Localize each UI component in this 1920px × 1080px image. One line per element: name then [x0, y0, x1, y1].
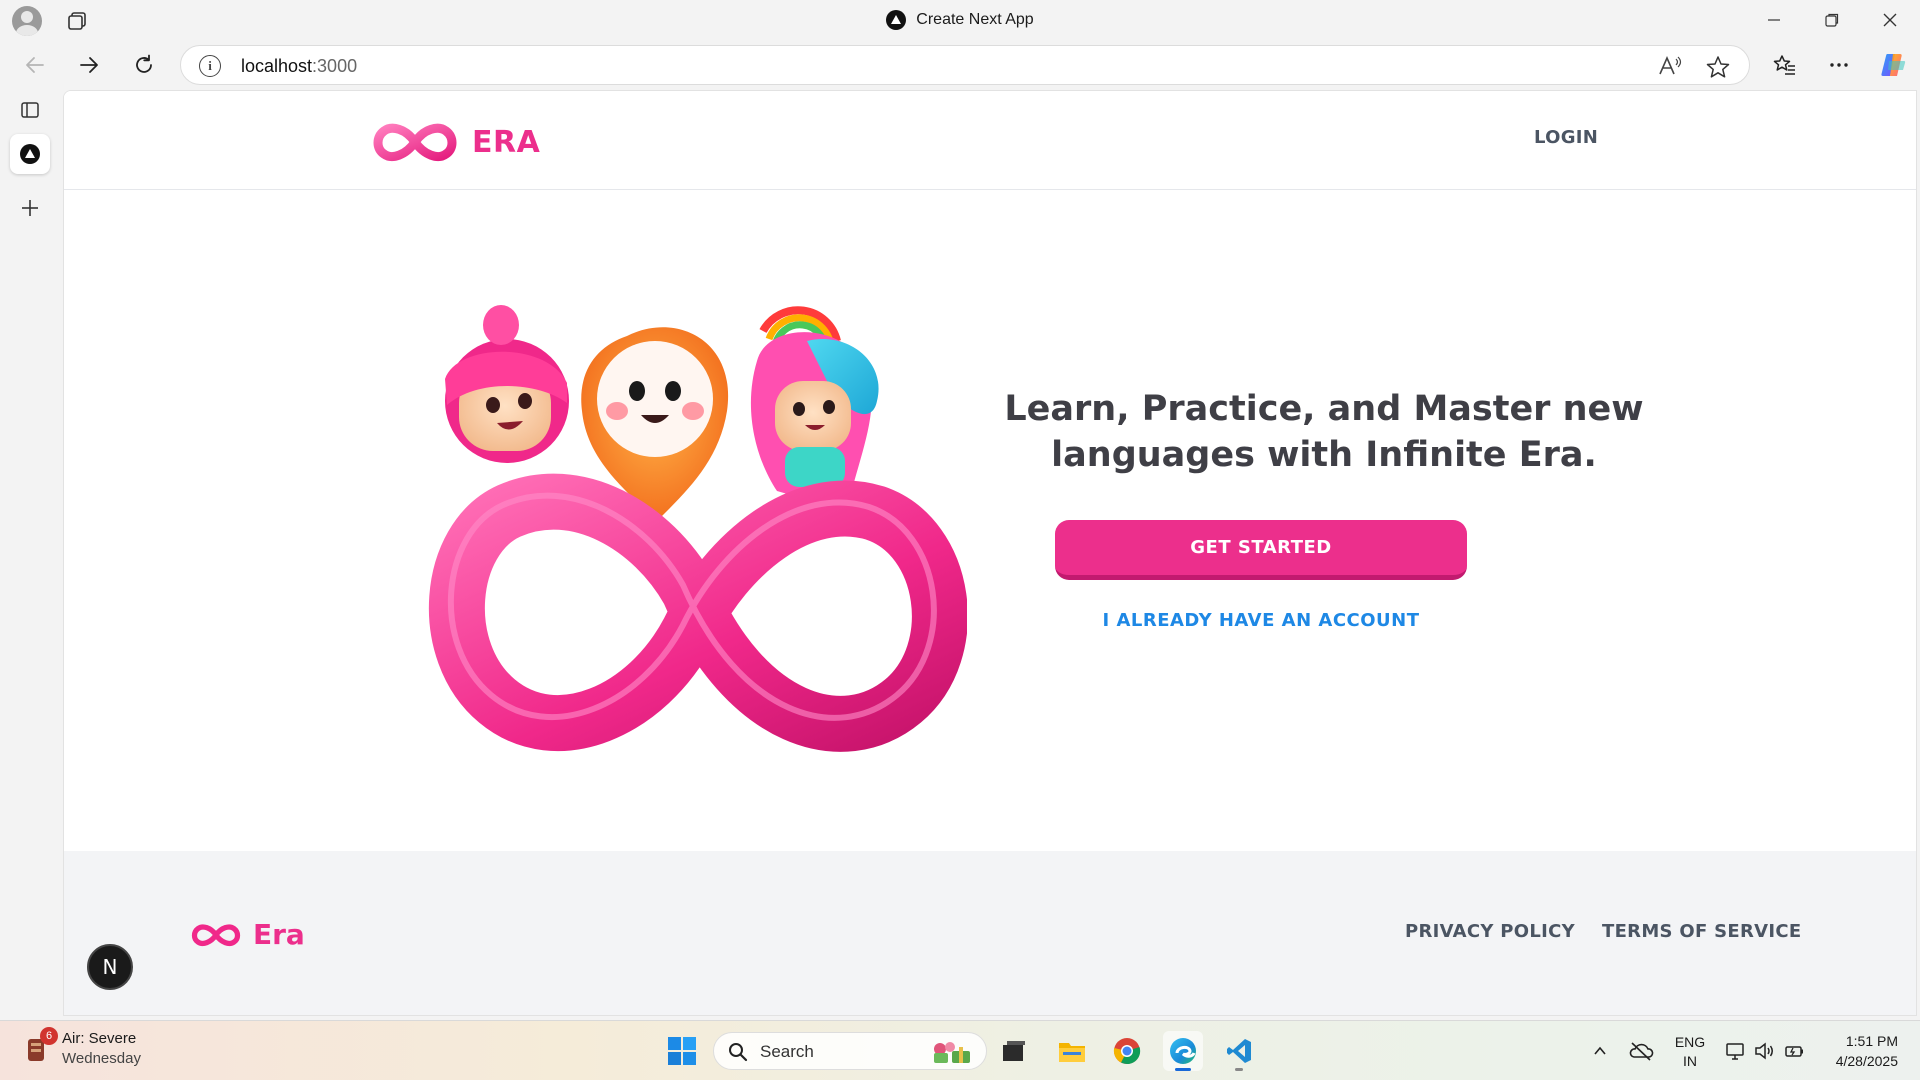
profile-avatar-icon[interactable]: [12, 6, 42, 36]
footer-brand-name: Era: [253, 918, 305, 951]
refresh-button[interactable]: [125, 47, 163, 83]
weather-title: Air: Severe: [62, 1030, 137, 1047]
windows-taskbar: 6 Air: Severe Wednesday Search ENG IN 1:…: [0, 1020, 1920, 1080]
taskbar-search-box[interactable]: Search: [713, 1032, 987, 1070]
more-options-button[interactable]: [1819, 45, 1859, 85]
nextjs-favicon-icon: [886, 10, 907, 30]
language-indicator[interactable]: ENG IN: [1668, 1033, 1712, 1071]
privacy-policy-link[interactable]: PRIVACY POLICY: [1405, 921, 1575, 942]
mascot-left-icon: [445, 305, 569, 463]
battery-icon[interactable]: [1774, 1031, 1814, 1071]
forward-button[interactable]: [70, 47, 108, 83]
chrome-icon[interactable]: [1107, 1031, 1147, 1071]
system-clock[interactable]: 1:51 PM 4/28/2025: [1818, 1031, 1898, 1071]
search-highlight-icon: [934, 1042, 970, 1063]
site-footer: Era PRIVACY POLICY TERMS OF SERVICE: [64, 851, 1916, 1015]
close-window-button[interactable]: [1861, 0, 1919, 40]
favorite-star-icon[interactable]: [1705, 54, 1731, 80]
task-view-button[interactable]: [994, 1031, 1034, 1071]
start-button[interactable]: [662, 1031, 702, 1071]
url-text[interactable]: localhost:3000: [241, 46, 357, 86]
workspaces-icon[interactable]: [66, 10, 88, 32]
edge-icon[interactable]: [1163, 1031, 1203, 1071]
new-tab-button[interactable]: [10, 188, 50, 228]
restore-button[interactable]: [1803, 0, 1861, 40]
hero-heading: Learn, Practice, and Master new language…: [1004, 389, 1644, 475]
window-title: Create Next App: [916, 11, 1034, 28]
infinity-logo-icon: [373, 123, 457, 161]
weather-widget[interactable]: 6 Air: Severe Wednesday: [24, 1027, 141, 1069]
read-aloud-icon[interactable]: [1657, 54, 1683, 78]
terms-of-service-link[interactable]: TERMS OF SERVICE: [1602, 921, 1802, 942]
favorites-button[interactable]: [1765, 45, 1805, 85]
footer-brand[interactable]: Era: [191, 918, 305, 951]
back-button[interactable]: [16, 47, 54, 83]
tab-create-next-app[interactable]: [10, 134, 50, 174]
brand-logo-link[interactable]: ERA: [372, 119, 540, 165]
browser-toolbar: i localhost:3000: [0, 40, 1920, 90]
show-hidden-icons-button[interactable]: [1580, 1031, 1620, 1071]
nextjs-dev-indicator[interactable]: N: [87, 944, 133, 990]
minimize-button[interactable]: [1745, 0, 1803, 40]
footer-infinity-logo-icon: [191, 923, 241, 946]
air-quality-icon: 6: [24, 1027, 58, 1063]
tab-actions-icon[interactable]: [10, 90, 50, 130]
site-header: ERA LOGIN: [64, 91, 1916, 190]
get-started-button[interactable]: GET STARTED: [1055, 520, 1467, 580]
vscode-icon[interactable]: [1219, 1031, 1259, 1071]
vertical-tab-strip: [0, 90, 62, 1020]
page-viewport: ERA LOGIN Learn, Practice, and Master ne…: [63, 90, 1917, 1016]
site-info-icon[interactable]: i: [199, 55, 221, 77]
login-link[interactable]: LOGIN: [1534, 127, 1598, 148]
weather-badge: 6: [40, 1027, 58, 1045]
search-icon: [729, 1043, 748, 1062]
hero-mascots-illustration: [428, 305, 967, 752]
copilot-icon[interactable]: [1873, 45, 1913, 85]
already-have-account-button[interactable]: I ALREADY HAVE AN ACCOUNT: [1055, 599, 1467, 641]
onedrive-offline-icon[interactable]: [1621, 1031, 1661, 1071]
brand-name: ERA: [472, 124, 541, 160]
mascot-right-icon: [750, 306, 879, 511]
search-label: Search: [760, 1042, 814, 1061]
weather-subtitle: Wednesday: [62, 1050, 141, 1067]
file-explorer-icon[interactable]: [1052, 1031, 1092, 1071]
nextjs-tab-favicon-icon: [20, 144, 40, 164]
address-bar[interactable]: i localhost:3000: [180, 45, 1750, 85]
browser-title-bar: Create Next App: [0, 0, 1920, 40]
